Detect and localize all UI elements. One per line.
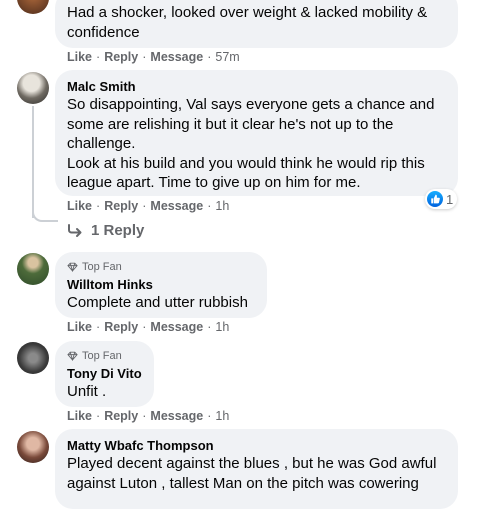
like-button[interactable]: Like	[67, 198, 92, 214]
comment-text: Complete and utter rubbish	[67, 294, 248, 311]
timestamp[interactable]: 1h	[215, 408, 229, 424]
separator: ·	[207, 320, 212, 334]
avatar[interactable]	[17, 72, 49, 104]
timestamp[interactable]: 1h	[215, 319, 229, 335]
comment-text: So disappointing, Val says everyone gets…	[67, 96, 435, 191]
comment-bubble: Top Fan Tony Di Vito Unfit .	[55, 341, 154, 407]
timestamp[interactable]: 1h	[215, 198, 229, 214]
separator: ·	[142, 199, 147, 213]
timestamp[interactable]: 57m	[215, 49, 239, 65]
separator: ·	[96, 199, 101, 213]
comment-bubble: Matty Wbafc Thompson Played decent again…	[55, 429, 458, 509]
separator: ·	[207, 409, 212, 423]
message-button[interactable]: Message	[150, 319, 203, 335]
comment-author[interactable]: Willtom Hinks	[67, 276, 255, 293]
reply-arrow-icon	[68, 223, 82, 237]
comment-actions: Like · Reply · Message · 1h	[67, 198, 229, 214]
comment-author[interactable]: Matty Wbafc Thompson	[67, 437, 446, 454]
separator: ·	[142, 320, 147, 334]
avatar[interactable]	[17, 431, 49, 463]
avatar[interactable]	[17, 342, 49, 374]
top-fan-badge: Top Fan	[67, 349, 142, 363]
view-replies-link[interactable]: 1 Reply	[67, 222, 144, 239]
reply-button[interactable]: Reply	[104, 198, 138, 214]
top-fan-badge: Top Fan	[67, 260, 255, 274]
separator: ·	[96, 320, 101, 334]
reply-button[interactable]: Reply	[104, 408, 138, 424]
comment-bubble: Top Fan Willtom Hinks Complete and utter…	[55, 252, 267, 318]
separator: ·	[142, 50, 147, 64]
comment-text: Had a shocker, looked over weight & lack…	[67, 4, 432, 41]
reaction-badge[interactable]: 1	[425, 189, 458, 209]
top-fan-label: Top Fan	[82, 261, 122, 273]
separator: ·	[207, 50, 212, 64]
reply-button[interactable]: Reply	[104, 319, 138, 335]
diamond-icon	[67, 262, 78, 272]
separator: ·	[96, 50, 101, 64]
like-button[interactable]: Like	[67, 49, 92, 65]
like-button[interactable]: Like	[67, 319, 92, 335]
diamond-icon	[67, 351, 78, 361]
replies-count-label[interactable]: 1 Reply	[91, 222, 144, 239]
reaction-count: 1	[446, 191, 454, 207]
comment-actions: Like · Reply · Message · 1h	[67, 319, 229, 335]
like-icon	[427, 191, 443, 207]
comment-actions: Like · Reply · Message · 1h	[67, 408, 229, 424]
like-button[interactable]: Like	[67, 408, 92, 424]
comment-author[interactable]: Tony Di Vito	[67, 365, 142, 382]
comment-actions: Like · Reply · Message · 57m	[67, 49, 240, 65]
comment-bubble: Had a shocker, looked over weight & lack…	[55, 0, 458, 48]
message-button[interactable]: Message	[150, 408, 203, 424]
message-button[interactable]: Message	[150, 49, 203, 65]
separator: ·	[207, 199, 212, 213]
comment-text: Played decent against the blues , but he…	[67, 455, 441, 492]
reply-button[interactable]: Reply	[104, 49, 138, 65]
thread-line-curve	[32, 205, 58, 222]
comment-text: Unfit .	[67, 383, 107, 400]
avatar[interactable]	[17, 0, 49, 14]
comment-author[interactable]: Malc Smith	[67, 78, 446, 95]
separator: ·	[96, 409, 101, 423]
comment-bubble: Malc Smith So disappointing, Val says ev…	[55, 70, 458, 196]
thread-line	[32, 106, 34, 218]
separator: ·	[142, 409, 147, 423]
top-fan-label: Top Fan	[82, 350, 122, 362]
avatar[interactable]	[17, 253, 49, 285]
message-button[interactable]: Message	[150, 198, 203, 214]
